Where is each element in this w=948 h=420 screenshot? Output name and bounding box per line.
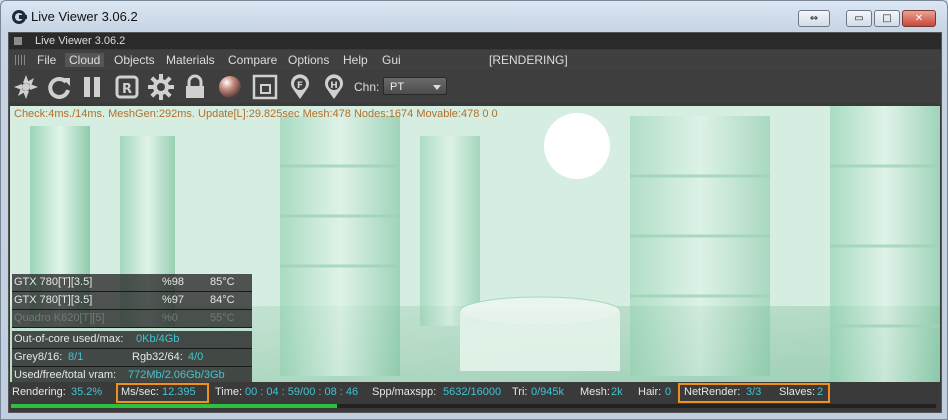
rendering-label: Rendering:	[12, 386, 66, 398]
close-button[interactable]: ✕	[902, 10, 936, 27]
tri-label: Tri:	[512, 386, 528, 398]
rendering-value: 35.2%	[71, 386, 103, 398]
gpu-temp: 84°C	[210, 294, 235, 306]
grip-icon	[15, 55, 27, 65]
texture-count-row: Grey8/16: 8/1 Rgb32/64: 4/0	[12, 349, 252, 367]
menu-materials[interactable]: Materials	[166, 53, 215, 67]
menu-gui[interactable]: Gui	[382, 53, 401, 67]
gpu-table: GTX 780[T][3.5] %98 85°C GTX 780[T][3.5]…	[12, 274, 252, 382]
vram-label: Used/free/total vram:	[14, 369, 117, 381]
status-bar: Rendering: 35.2% Ms/sec: 12.395 Time: 00…	[9, 383, 941, 411]
spp-label: Spp/maxspp:	[372, 386, 437, 398]
vram-value: 772Mb/2.06Gb/3Gb	[128, 369, 225, 381]
netrender-label: NetRender:	[684, 386, 741, 398]
material-ball-icon[interactable]	[216, 73, 244, 101]
out-of-core-value: 0Kb/4Gb	[136, 333, 180, 345]
slaves-value: 2	[817, 386, 824, 398]
grey-label: Grey8/16:	[14, 351, 63, 363]
maximize-button[interactable]: □	[874, 10, 900, 27]
channel-select-value: PT	[390, 81, 405, 93]
gpu-name: GTX 780[T][3.5]	[14, 294, 93, 306]
grey-value: 8/1	[68, 351, 84, 363]
title-bar[interactable]: Live Viewer 3.06.2 ⇔ ▭ □ ✕	[1, 1, 947, 33]
tri-value: 0/945k	[531, 386, 565, 398]
menu-options[interactable]: Options	[288, 53, 329, 67]
render-status: [RENDERING]	[489, 53, 568, 67]
slaves-label: Slaves:	[779, 386, 816, 398]
render-viewport[interactable]: Check:4ms./14ms. MeshGen:292ms. Update[L…	[10, 106, 940, 382]
mesh-label: Mesh:	[580, 386, 610, 398]
menu-cloud[interactable]: Cloud	[65, 53, 105, 67]
panel-icon	[14, 37, 22, 45]
svg-text:R: R	[122, 82, 132, 97]
rgb-label: Rgb32/64:	[132, 351, 183, 363]
gear-icon[interactable]	[147, 73, 175, 101]
gpu-usage: %0	[162, 312, 178, 324]
vram-row: Used/free/total vram: 772Mb/2.06Gb/3Gb	[12, 367, 252, 382]
netrender-value: 3/3	[746, 386, 762, 398]
menu-objects[interactable]: Objects	[114, 53, 155, 67]
time-label: Time:	[215, 386, 243, 398]
out-of-core-row: Out-of-core used/max: 0Kb/4Gb	[12, 331, 252, 349]
ms-value: 12.395	[162, 386, 196, 398]
spp-value: 5632/16000	[443, 386, 502, 398]
aperture-icon[interactable]	[12, 73, 40, 101]
mesh-value: 2k	[611, 386, 623, 398]
gpu-name: GTX 780[T][3.5]	[14, 276, 93, 288]
out-of-core-label: Out-of-core used/max:	[14, 333, 124, 345]
menu-compare[interactable]: Compare	[228, 53, 277, 67]
render-progress-fill	[11, 404, 337, 408]
gpu-name: Quadro K620[T][5]	[14, 312, 105, 324]
channel-label: Chn:	[354, 80, 380, 94]
gpu-row[interactable]: GTX 780[T][3.5] %98 85°C	[12, 274, 252, 292]
render-region-icon[interactable]: R	[113, 73, 141, 101]
gpu-temp: 55°C	[210, 312, 235, 324]
minimize-button[interactable]: ▭	[846, 10, 872, 27]
svg-text:H: H	[330, 81, 338, 91]
pause-icon[interactable]	[78, 73, 106, 101]
hair-label: Hair:	[638, 386, 662, 398]
viewer-panel: Live Viewer 3.06.2 File Cloud Objects Ma…	[8, 32, 942, 413]
rgb-value: 4/0	[188, 351, 204, 363]
panel-title-bar: Live Viewer 3.06.2	[9, 33, 941, 49]
reload-icon[interactable]	[45, 73, 73, 101]
hdr-pin-icon[interactable]: H	[320, 73, 348, 101]
ms-label: Ms/sec:	[121, 386, 159, 398]
time-value: 00 : 04 : 59/00 : 08 : 46	[245, 386, 359, 398]
gpu-temp: 85°C	[210, 276, 235, 288]
focus-frame-icon[interactable]	[251, 73, 279, 101]
render-progress-bar	[11, 404, 936, 408]
app-window: Live Viewer 3.06.2 ⇔ ▭ □ ✕ Live Viewer 3…	[0, 0, 948, 420]
app-logo-icon	[12, 10, 27, 24]
panel-title: Live Viewer 3.06.2	[35, 35, 126, 47]
lock-icon[interactable]	[181, 73, 209, 101]
menu-file[interactable]: File	[37, 53, 56, 67]
chevron-down-icon	[433, 85, 441, 90]
gpu-row-inactive[interactable]: Quadro K620[T][5] %0 55°C	[12, 310, 252, 328]
focus-pin-icon[interactable]: F	[286, 73, 314, 101]
hair-value: 0	[665, 386, 672, 398]
gpu-usage: %97	[162, 294, 185, 306]
menu-bar: File Cloud Objects Materials Compare Opt…	[9, 50, 941, 70]
resize-button[interactable]: ⇔	[798, 10, 830, 27]
window-title: Live Viewer 3.06.2	[31, 9, 138, 24]
svg-text:F: F	[297, 81, 303, 91]
channel-select[interactable]: PT	[383, 77, 447, 95]
menu-help[interactable]: Help	[343, 53, 368, 67]
gpu-usage: %98	[162, 276, 185, 288]
toolbar: R F H Chn: PT	[9, 71, 941, 103]
gpu-row[interactable]: GTX 780[T][3.5] %97 84°C	[12, 292, 252, 310]
stats-line: Check:4ms./14ms. MeshGen:292ms. Update[L…	[14, 108, 498, 120]
